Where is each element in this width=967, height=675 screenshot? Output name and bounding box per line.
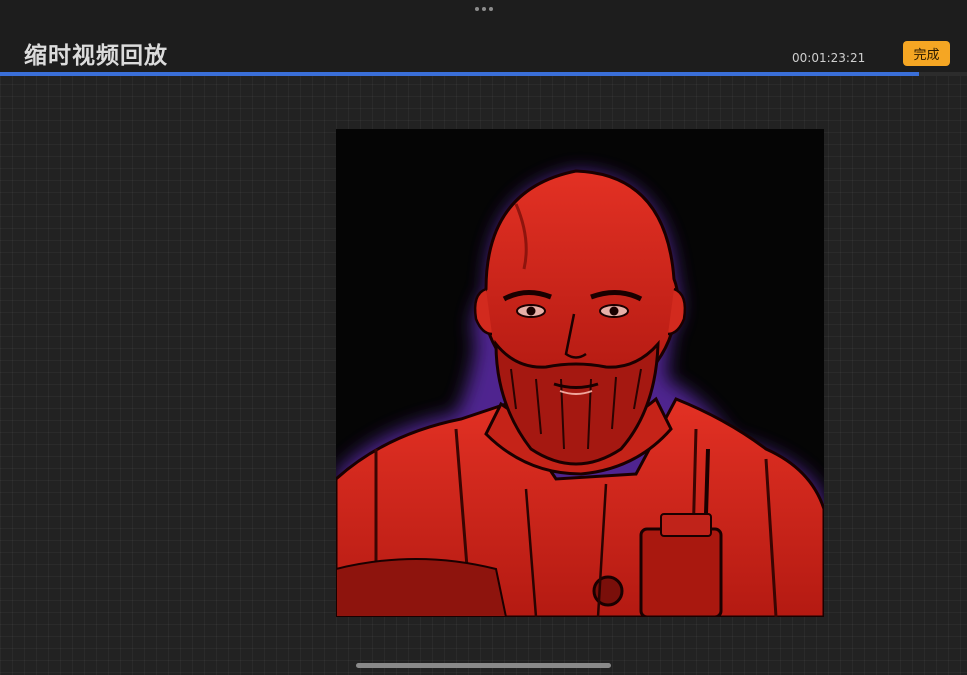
page-title: 缩时视频回放 [24,43,168,69]
artwork-image [336,129,824,617]
timelapse-replay-screen: 缩时视频回放 00:01:23:21 完成 [0,0,967,675]
more-dots-icon[interactable] [474,6,494,12]
home-indicator[interactable] [356,663,611,668]
playback-progress-fill [0,72,919,76]
playback-scrubber[interactable] [0,72,967,76]
done-button[interactable]: 完成 [903,41,950,66]
header-bar: 缩时视频回放 00:01:23:21 完成 [0,0,967,74]
artwork-canvas [336,129,824,617]
timecode-readout: 00:01:23:21 [792,51,866,65]
